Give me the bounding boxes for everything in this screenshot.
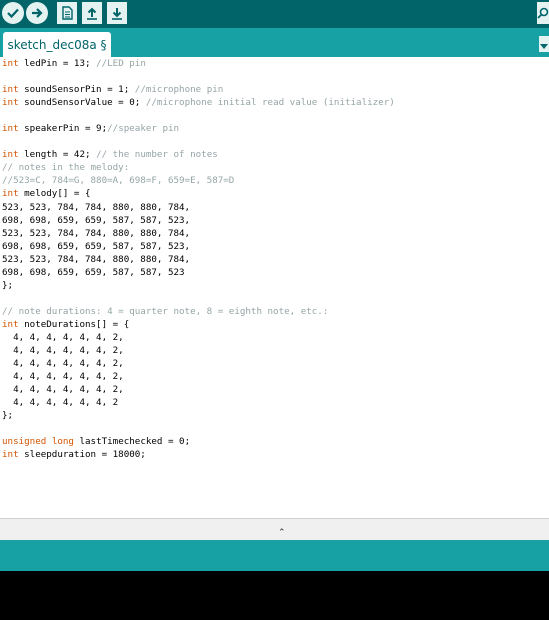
tab-label: sketch_dec08a § <box>7 37 107 52</box>
console-output <box>0 571 549 620</box>
code-comment: // the number of notes <box>96 149 218 161</box>
code-keyword: unsigned <box>2 436 47 448</box>
tab-menu-button[interactable] <box>539 36 549 52</box>
code-keyword: int <box>2 97 19 109</box>
code-line[interactable]: int noteDurations[] = { <box>2 318 549 331</box>
code-line[interactable]: 523, 523, 784, 784, 880, 880, 784, <box>2 201 549 214</box>
code-token: 698, 698, 659, 659, 587, 587, 523, <box>2 240 191 252</box>
arrow-right-icon <box>30 6 44 20</box>
code-comment: // note durations: 4 = quarter note, 8 =… <box>2 305 329 317</box>
code-line[interactable]: int length = 42; // the number of notes <box>2 148 549 161</box>
status-bar <box>0 540 549 571</box>
code-line[interactable]: 698, 698, 659, 659, 587, 587, 523, <box>2 214 549 227</box>
code-line[interactable]: 523, 523, 784, 784, 880, 880, 784, <box>2 227 549 240</box>
code-keyword: int <box>2 123 19 135</box>
pane-splitter[interactable]: ⌃ <box>0 518 549 540</box>
save-button[interactable] <box>107 2 127 24</box>
code-editor[interactable]: int ledPin = 13; //LED pin int soundSenso… <box>0 57 549 518</box>
code-token: speakerPin = 9; <box>18 123 108 135</box>
code-token: 4, 4, 4, 4, 4, 4, 2, <box>2 331 124 343</box>
code-line[interactable]: int ledPin = 13; //LED pin <box>2 57 549 70</box>
code-line[interactable]: 4, 4, 4, 4, 4, 4, 2 <box>2 396 549 409</box>
code-line[interactable]: int soundSensorPin = 1; //microphone pin <box>2 83 549 96</box>
magnifier-icon <box>537 6 549 20</box>
code-line[interactable]: 4, 4, 4, 4, 4, 4, 2, <box>2 344 549 357</box>
code-keyword: int <box>2 318 19 330</box>
code-line[interactable]: 4, 4, 4, 4, 4, 4, 2, <box>2 383 549 396</box>
code-token: }; <box>2 410 14 422</box>
download-arrow-icon <box>111 6 123 20</box>
code-line[interactable]: int melody[] = { <box>2 187 549 200</box>
code-token: 698, 698, 659, 659, 587, 587, 523, <box>2 214 191 226</box>
code-comment: //523=C, 784=G, 880=A, 698=F, 659=E, 587… <box>2 175 235 187</box>
code-token: 4, 4, 4, 4, 4, 4, 2, <box>2 371 124 383</box>
code-line[interactable]: }; <box>2 279 549 292</box>
code-line[interactable]: 698, 698, 659, 659, 587, 587, 523 <box>2 266 549 279</box>
code-token: 4, 4, 4, 4, 4, 4, 2 <box>2 397 119 409</box>
upload-button[interactable] <box>26 2 48 24</box>
code-token: 523, 523, 784, 784, 880, 880, 784, <box>2 253 191 265</box>
toolbar <box>0 0 549 28</box>
code-line[interactable]: 4, 4, 4, 4, 4, 4, 2, <box>2 370 549 383</box>
code-line[interactable]: }; <box>2 409 549 422</box>
tab-sketch[interactable]: sketch_dec08a § <box>3 32 111 57</box>
upload-arrow-icon <box>86 6 98 20</box>
code-token: 4, 4, 4, 4, 4, 4, 2, <box>2 358 124 370</box>
code-token: noteDurations[] = { <box>18 318 130 330</box>
code-token: soundSensorPin = 1; <box>18 84 135 96</box>
new-file-icon <box>61 6 73 20</box>
code-token: sleepduration = 18000; <box>18 449 146 461</box>
code-line[interactable]: // notes in the melody: <box>2 161 549 174</box>
code-keyword: int <box>2 449 19 461</box>
code-line[interactable]: 698, 698, 659, 659, 587, 587, 523, <box>2 240 549 253</box>
code-token: length = 42; <box>18 149 97 161</box>
code-comment: //microphone initial read value (initial… <box>145 97 395 109</box>
code-line[interactable] <box>2 135 549 148</box>
code-token: 523, 523, 784, 784, 880, 880, 784, <box>2 227 191 239</box>
code-line[interactable]: unsigned long lastTimechecked = 0; <box>2 435 549 448</box>
code-keyword: long <box>51 436 74 448</box>
open-button[interactable] <box>82 2 102 24</box>
code-line[interactable]: 523, 523, 784, 784, 880, 880, 784, <box>2 253 549 266</box>
code-line[interactable]: 4, 4, 4, 4, 4, 4, 2, <box>2 331 549 344</box>
code-line[interactable]: 4, 4, 4, 4, 4, 4, 2, <box>2 357 549 370</box>
code-line[interactable] <box>2 292 549 305</box>
code-keyword: int <box>2 58 19 69</box>
code-comment: // notes in the melody: <box>2 162 130 174</box>
code-line[interactable]: //523=C, 784=G, 880=A, 698=F, 659=E, 587… <box>2 174 549 187</box>
code-token: lastTimechecked = 0; <box>73 436 191 448</box>
code-token: 4, 4, 4, 4, 4, 4, 2, <box>2 384 124 396</box>
code-token: 523, 523, 784, 784, 880, 880, 784, <box>2 201 191 213</box>
code-token: }; <box>2 279 14 291</box>
code-token: 698, 698, 659, 659, 587, 587, 523 <box>2 266 185 278</box>
code-line[interactable] <box>2 70 549 83</box>
code-comment: //microphone pin <box>134 84 224 96</box>
code-keyword: int <box>2 149 19 161</box>
new-sketch-button[interactable] <box>57 2 77 24</box>
code-line[interactable] <box>2 109 549 122</box>
code-keyword: int <box>2 188 19 200</box>
code-line[interactable]: int soundSensorValue = 0; //microphone i… <box>2 96 549 109</box>
verify-button[interactable] <box>2 2 24 24</box>
code-line[interactable]: int sleepduration = 18000; <box>2 448 549 461</box>
chevron-down-icon <box>540 35 548 54</box>
code-token: melody[] = { <box>18 188 91 200</box>
code-text[interactable]: int ledPin = 13; //LED pin int soundSenso… <box>0 57 549 461</box>
chevron-up-icon[interactable]: ⌃ <box>278 529 286 538</box>
serial-monitor-button[interactable] <box>537 2 549 24</box>
code-token: ledPin = 13; <box>18 58 97 69</box>
code-line[interactable] <box>2 422 549 435</box>
code-token: 4, 4, 4, 4, 4, 4, 2, <box>2 345 124 357</box>
code-keyword: int <box>2 84 19 96</box>
code-comment: //LED pin <box>96 58 146 69</box>
code-token: soundSensorValue = 0; <box>18 97 146 109</box>
code-line[interactable]: int speakerPin = 9;//speaker pin <box>2 122 549 135</box>
code-line[interactable]: // note durations: 4 = quarter note, 8 =… <box>2 305 549 318</box>
code-comment: //speaker pin <box>107 123 180 135</box>
tab-bar: sketch_dec08a § <box>0 28 549 57</box>
checkmark-icon <box>6 6 20 20</box>
